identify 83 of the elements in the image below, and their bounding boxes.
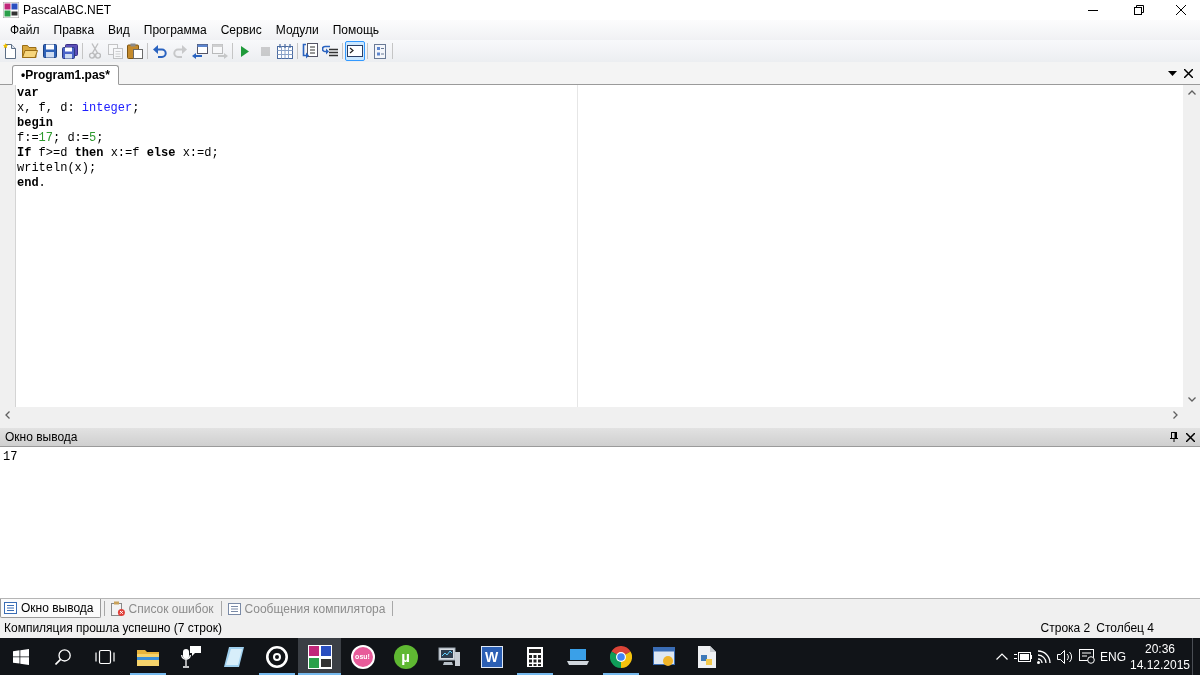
menu-item[interactable]: Вид (101, 21, 137, 39)
redo-arrow-icon (173, 44, 187, 58)
document-icon (374, 43, 386, 59)
toolbar-button[interactable] (190, 41, 210, 61)
caret-down-icon[interactable] (1168, 70, 1177, 76)
new-page-icon (3, 43, 17, 59)
folder-icon (22, 44, 38, 58)
close-icon (1176, 5, 1186, 15)
toolbar-button[interactable] (300, 41, 320, 61)
play-icon (241, 45, 249, 57)
task-view-icon (95, 648, 115, 665)
code-line: If f>=d then x:=f else x:=d; (17, 146, 219, 161)
grid-icon (277, 43, 293, 59)
code-line: writeln(x); (17, 161, 97, 176)
cursor-column: Столбец 4 (1096, 619, 1154, 637)
editor-tab[interactable]: •Program1.pas* (12, 65, 119, 85)
code-line: var (17, 86, 39, 101)
menu-item[interactable]: Правка (46, 21, 102, 39)
vertical-scrollbar[interactable] (1183, 85, 1200, 407)
scissors-icon (89, 43, 101, 59)
language-indicator[interactable]: ENG (1098, 638, 1128, 675)
calculator-icon (526, 646, 543, 667)
minimize-icon (1088, 9, 1098, 11)
menu-item[interactable]: Файл (3, 21, 47, 39)
close-icon[interactable] (1186, 432, 1195, 442)
code-line: begin (17, 116, 53, 131)
stop-icon (260, 46, 270, 56)
folder-icon (136, 647, 159, 666)
monitor-icon (437, 646, 460, 667)
battery-icon (1014, 650, 1032, 663)
microphone-icon (180, 645, 201, 668)
output-text: 17 (3, 450, 18, 465)
chevron-up-icon[interactable] (1187, 90, 1196, 95)
document-arrow-icon (302, 43, 318, 59)
app-logo: W (480, 645, 503, 668)
code-line: end. (17, 176, 46, 191)
laptop-icon (566, 647, 589, 666)
cursor-line: Строка 2 (1040, 620, 1091, 637)
clipboard-icon (127, 43, 143, 59)
list-icon (4, 602, 17, 614)
output-window-button[interactable] (345, 41, 365, 61)
notification-icon (1079, 649, 1095, 664)
disc-icon (265, 645, 288, 668)
save-all-button[interactable] (60, 41, 80, 61)
paste-button[interactable] (125, 41, 145, 61)
wifi-icon (1037, 649, 1051, 664)
clock[interactable]: 20:36 14.12.2015 (1128, 638, 1192, 675)
window-arrow-icon (212, 43, 228, 59)
restore-icon (1134, 5, 1144, 15)
panel-tab[interactable]: Окно вывода (0, 599, 101, 618)
window-icon (652, 646, 675, 667)
pages-icon (107, 43, 123, 59)
taskbar-app-button[interactable] (298, 638, 341, 675)
chevron-down-icon[interactable] (1187, 397, 1196, 402)
floppy-disks-icon (62, 43, 78, 59)
chevron-up-icon (996, 653, 1008, 660)
menu-item[interactable]: Программа (136, 21, 214, 39)
menu-item[interactable]: Сервис (213, 21, 269, 39)
window-title: PascalABC.NET (23, 2, 112, 19)
search-icon (55, 648, 71, 665)
toolbar-button[interactable] (275, 41, 295, 61)
close-icon[interactable] (1184, 68, 1193, 78)
browser-icon (609, 645, 632, 668)
save-button[interactable] (40, 41, 60, 61)
document-icon (697, 645, 716, 668)
console-icon (347, 45, 363, 57)
code-line: f:=17; d:=5; (17, 131, 104, 146)
app-logo-icon (307, 644, 332, 669)
taskbar-app-button[interactable]: W (470, 638, 513, 675)
start-icon (13, 648, 29, 665)
menu-item[interactable]: Помощь (325, 21, 387, 39)
undo-arrow-icon (153, 44, 167, 58)
panel-title: Окно вывода (5, 429, 78, 446)
notepad-icon (223, 646, 244, 667)
volume-icon (1057, 649, 1073, 664)
pin-icon[interactable] (1170, 432, 1178, 442)
list-arrow-icon (322, 45, 338, 57)
app-logo: µ (393, 644, 418, 669)
menu-item[interactable]: Модули (268, 21, 326, 39)
message-list-icon (227, 602, 241, 615)
window-arrow-icon (192, 43, 208, 59)
code-line: x, f, d: integer; (17, 101, 140, 116)
status-message: Компиляция прошла успешно (7 строк) (4, 620, 222, 637)
